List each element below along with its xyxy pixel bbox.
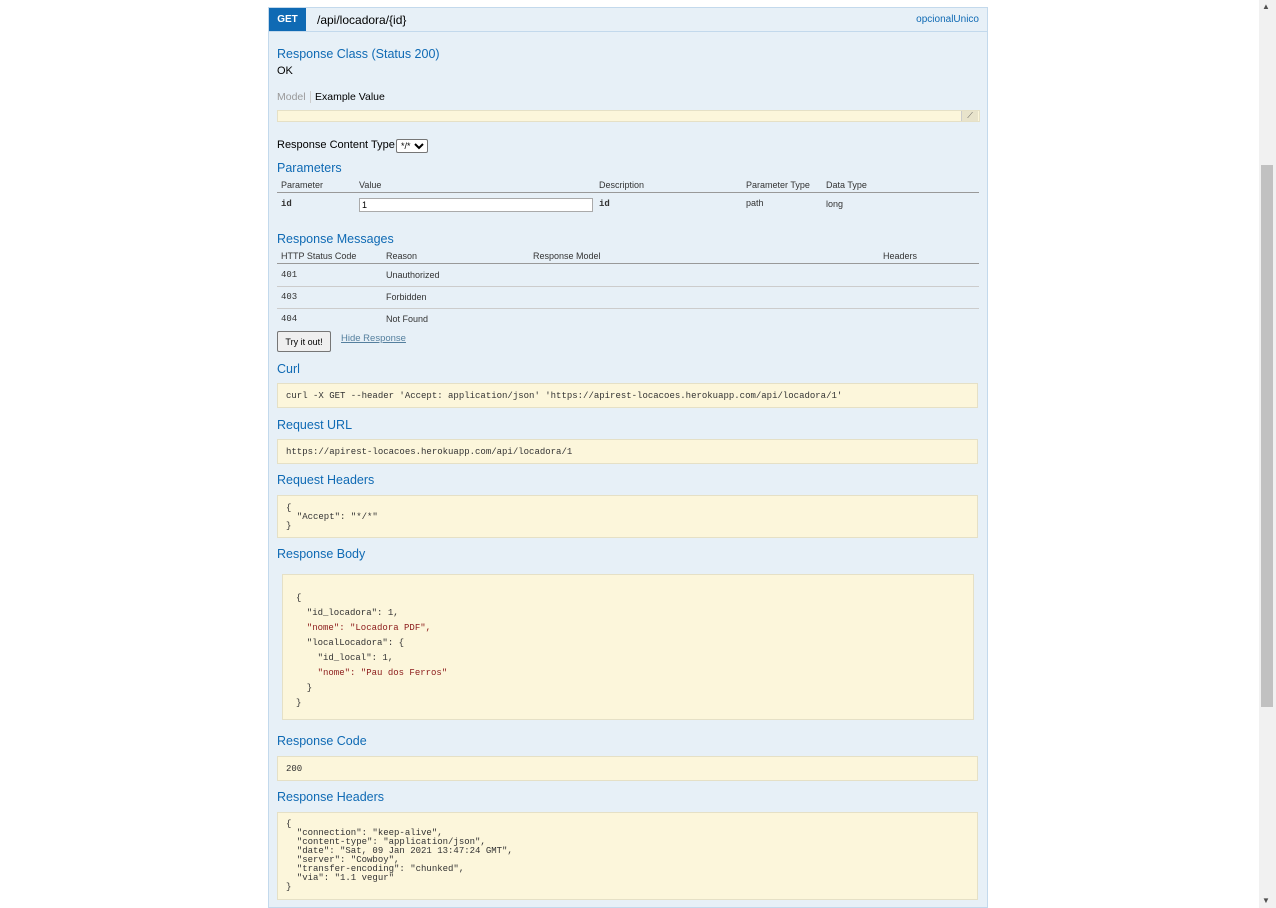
param-name: id — [281, 199, 292, 209]
code-line: { — [296, 593, 302, 603]
scroll-down-arrow-icon[interactable]: ▼ — [1262, 896, 1270, 906]
request-headers-block: { "Accept": "*/*" } — [277, 495, 978, 538]
code-line: } — [286, 882, 292, 892]
response-headers-text: { "connection": "keep-alive", "content-t… — [286, 820, 513, 892]
response-headers-title: Response Headers — [277, 790, 385, 804]
row-divider — [277, 286, 979, 287]
code-line: } — [286, 521, 292, 531]
code-line: "nome": "Locadora PDF", — [296, 623, 432, 633]
response-body-json: { "id_locadora": 1, "nome": "Locadora PD… — [296, 591, 447, 711]
code-line: } — [296, 698, 302, 708]
status-code: 401 — [281, 270, 298, 280]
code-line: "id_locadora": 1, — [296, 608, 399, 618]
scrollbar-thumb[interactable] — [1261, 165, 1273, 707]
response-body-title: Response Body — [277, 547, 366, 561]
col-parameter: Parameter — [281, 180, 324, 190]
response-body-block: { "id_locadora": 1, "nome": "Locadora PD… — [282, 574, 974, 720]
response-code-value: 200 — [286, 764, 303, 774]
request-url-block: https://apirest-locacoes.herokuapp.com/a… — [277, 439, 978, 464]
status-code: 403 — [281, 292, 298, 302]
tab-example-value[interactable]: Example Value — [315, 91, 385, 103]
col-parameter-type: Parameter Type — [746, 180, 810, 190]
vertical-scrollbar[interactable]: ▲ ▼ — [1259, 0, 1276, 908]
request-url-value: https://apirest-locacoes.herokuapp.com/a… — [286, 447, 573, 457]
http-method-badge[interactable]: GET — [269, 8, 306, 31]
resize-handle-icon[interactable]: ⟋ — [961, 111, 978, 121]
code-line: } — [296, 683, 313, 693]
col-headers: Headers — [883, 251, 918, 261]
operation-nickname-link[interactable]: opcionalUnico — [916, 14, 979, 25]
hide-response-link[interactable]: Hide Response — [341, 333, 406, 344]
response-messages-header: HTTP Status Code Reason Response Model H… — [277, 251, 979, 264]
row-divider — [277, 308, 979, 309]
code-line: "via": "1.1 vegur" — [286, 873, 395, 883]
request-url-title: Request URL — [277, 418, 353, 432]
request-headers-text: { "Accept": "*/*" } — [286, 504, 378, 531]
curl-title: Curl — [277, 362, 300, 376]
response-class-value: OK — [277, 65, 293, 77]
param-data-type: long — [826, 199, 844, 209]
status-code: 404 — [281, 314, 298, 324]
operation-heading[interactable]: GET /api/locadora/{id} opcionalUnico — [269, 8, 987, 32]
col-description: Description — [599, 180, 645, 190]
curl-block: curl -X GET --header 'Accept: applicatio… — [277, 383, 978, 408]
scroll-up-arrow-icon[interactable]: ▲ — [1262, 2, 1270, 12]
operation-panel: GET /api/locadora/{id} opcionalUnico Res… — [268, 7, 988, 908]
operation-path[interactable]: /api/locadora/{id} — [317, 13, 406, 27]
content-type-label: Response Content Type — [277, 139, 395, 151]
col-status-code: HTTP Status Code — [281, 251, 357, 261]
try-it-out-button[interactable]: Try it out! — [277, 331, 331, 352]
col-data-type: Data Type — [826, 180, 867, 190]
code-line: "nome": "Pau dos Ferros" — [296, 668, 448, 678]
tab-model[interactable]: Model — [277, 91, 311, 103]
response-headers-block: { "connection": "keep-alive", "content-t… — [277, 812, 978, 900]
status-reason: Forbidden — [386, 292, 427, 302]
response-class-title: Response Class (Status 200) — [277, 47, 440, 61]
status-reason: Not Found — [386, 314, 429, 324]
response-code-title: Response Code — [277, 734, 367, 748]
code-line: "localLocadora": { — [296, 638, 405, 648]
parameters-title: Parameters — [277, 161, 342, 175]
request-headers-title: Request Headers — [277, 473, 375, 487]
code-line: "id_local": 1, — [296, 653, 394, 663]
response-code-block: 200 — [277, 756, 978, 781]
status-reason: Unauthorized — [386, 270, 440, 280]
param-type: path — [746, 198, 764, 208]
col-value: Value — [359, 180, 382, 190]
example-value-box: ⟋ — [277, 110, 980, 122]
param-description: id — [599, 199, 610, 209]
col-response-model: Response Model — [533, 251, 601, 261]
param-value-input[interactable] — [359, 198, 593, 212]
code-line: "Accept": "*/*" — [286, 512, 378, 522]
response-messages-title: Response Messages — [277, 232, 394, 246]
parameters-table-header: Parameter Value Description Parameter Ty… — [277, 180, 979, 193]
col-reason: Reason — [386, 251, 418, 261]
content-type-select[interactable]: */* — [396, 139, 428, 153]
curl-command: curl -X GET --header 'Accept: applicatio… — [286, 391, 843, 401]
